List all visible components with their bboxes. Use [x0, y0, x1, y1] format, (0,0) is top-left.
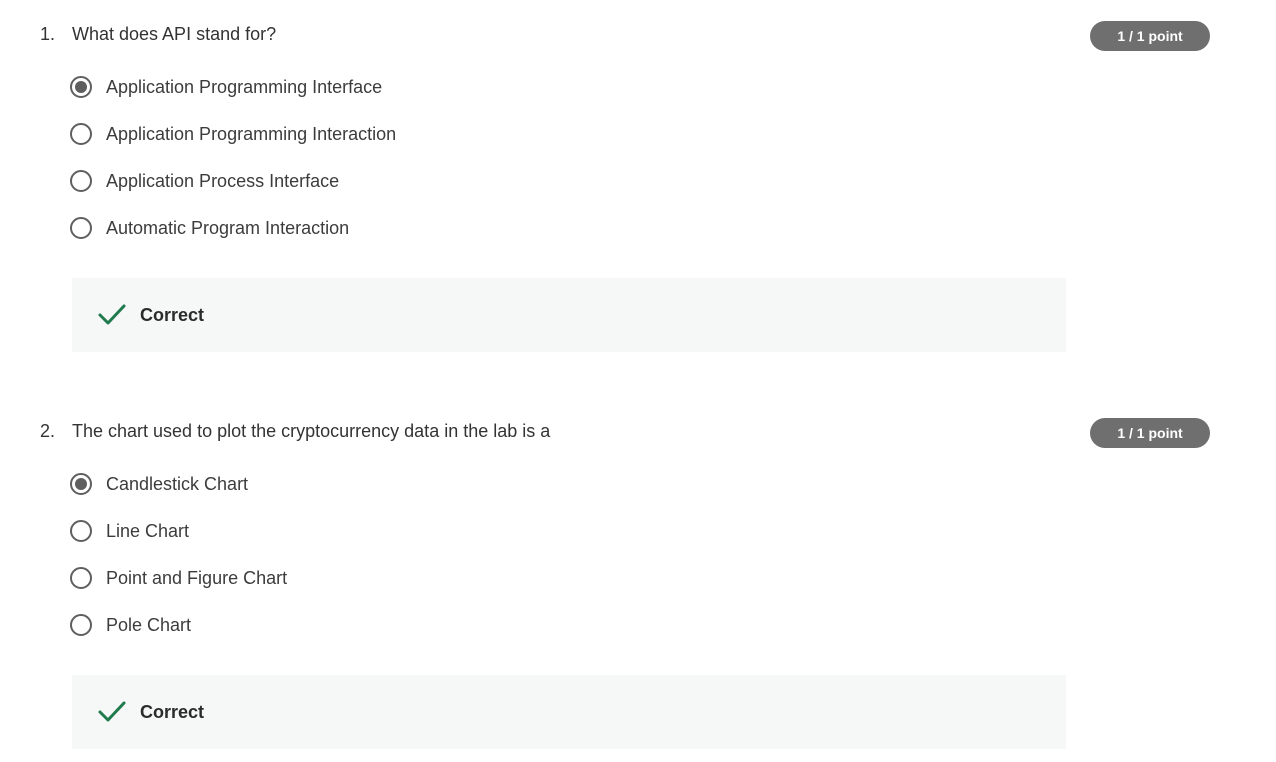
radio-button[interactable] [70, 567, 92, 589]
option-label[interactable]: Line Chart [106, 521, 189, 542]
answer-option[interactable]: Application Process Interface [70, 168, 670, 194]
answer-option[interactable]: Automatic Program Interaction [70, 215, 670, 241]
option-label[interactable]: Automatic Program Interaction [106, 218, 349, 239]
quiz-page: 1. What does API stand for? 1 / 1 point … [0, 0, 1276, 762]
points-badge: 1 / 1 point [1090, 418, 1210, 448]
radio-button[interactable] [70, 217, 92, 239]
option-label[interactable]: Pole Chart [106, 615, 191, 636]
points-badge: 1 / 1 point [1090, 21, 1210, 51]
option-label[interactable]: Application Programming Interaction [106, 124, 396, 145]
answer-option[interactable]: Candlestick Chart [70, 471, 670, 497]
radio-button[interactable] [70, 123, 92, 145]
answer-option[interactable]: Application Programming Interaction [70, 121, 670, 147]
feedback-label: Correct [140, 304, 205, 325]
checkmark-icon [98, 304, 126, 325]
question-number: 2. [40, 421, 56, 441]
question-prompt: The chart used to plot the cryptocurrenc… [72, 421, 551, 441]
checkmark-icon [98, 701, 126, 722]
answer-option[interactable]: Line Chart [70, 518, 670, 544]
answer-option[interactable]: Point and Figure Chart [70, 565, 670, 591]
radio-button[interactable] [70, 520, 92, 542]
radio-dot-icon [75, 81, 87, 93]
answer-options: Application Programming Interface Applic… [70, 74, 670, 262]
answer-option[interactable]: Pole Chart [70, 612, 670, 638]
answer-option[interactable]: Application Programming Interface [70, 74, 670, 100]
feedback-label: Correct [140, 701, 205, 722]
option-label[interactable]: Point and Figure Chart [106, 568, 287, 589]
question-prompt: What does API stand for? [72, 24, 277, 44]
option-label[interactable]: Application Process Interface [106, 171, 339, 192]
answer-options: Candlestick Chart Line Chart Point and F… [70, 471, 670, 659]
radio-button[interactable] [70, 614, 92, 636]
feedback-correct: Correct [72, 278, 1066, 352]
option-label[interactable]: Candlestick Chart [106, 474, 248, 495]
question-number: 1. [40, 24, 56, 44]
radio-button[interactable] [70, 473, 92, 495]
option-label[interactable]: Application Programming Interface [106, 77, 382, 98]
radio-button[interactable] [70, 170, 92, 192]
radio-dot-icon [75, 478, 87, 490]
feedback-correct: Correct [72, 675, 1066, 749]
radio-button[interactable] [70, 76, 92, 98]
